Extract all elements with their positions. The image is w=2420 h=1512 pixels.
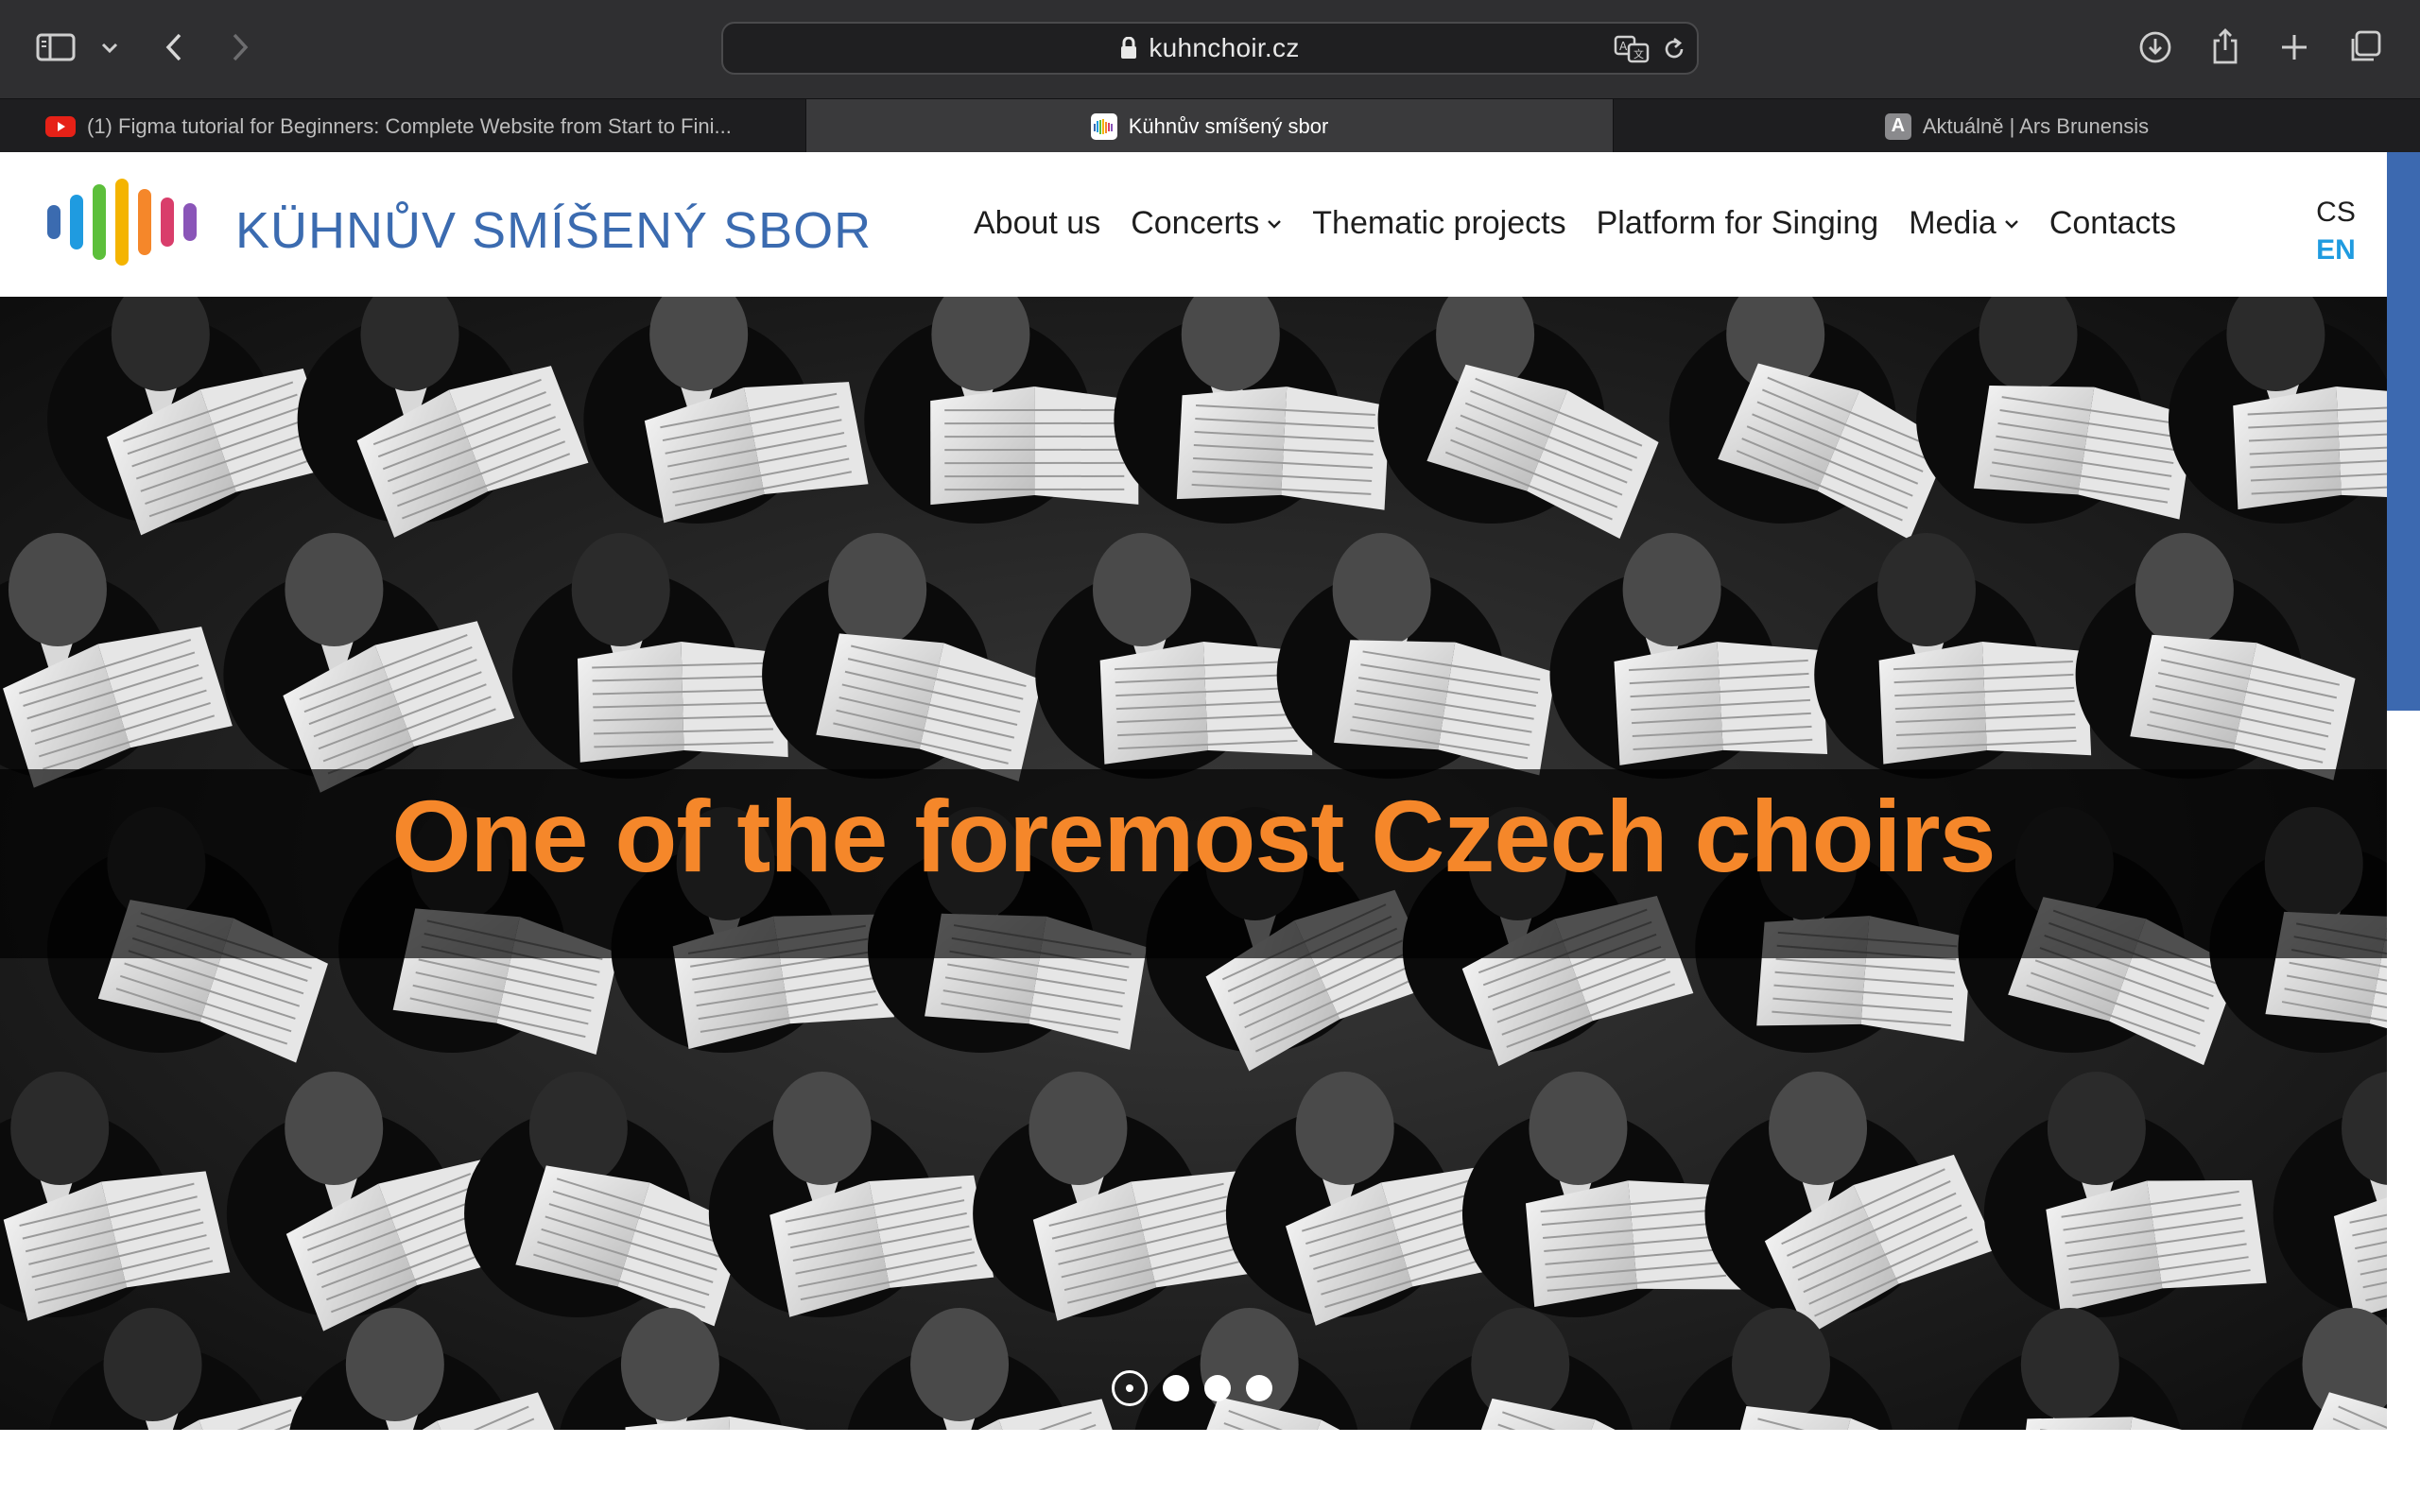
logo-bar [93, 184, 106, 260]
main-nav: About us Concerts Thematic projects Plat… [974, 205, 2206, 242]
nav-label: About us [974, 205, 1101, 241]
lock-icon [1120, 37, 1137, 60]
tab-kuhn-choir[interactable]: Kühnův smíšený sbor [806, 99, 1614, 153]
sidebar-toggle-icon[interactable] [36, 31, 76, 63]
lang-cs[interactable]: CS [2309, 194, 2362, 232]
logo-bar [138, 189, 151, 255]
tab-ars-brunensis[interactable]: A Aktuálně | Ars Brunensis [1614, 99, 2420, 153]
hero-slider: One of the foremost Czech choirs [0, 297, 2387, 1430]
tab-overview-icon[interactable] [2346, 28, 2384, 66]
nav-label: Thematic projects [1312, 205, 1566, 241]
svg-text:文: 文 [1634, 47, 1644, 60]
nav-thematic-projects[interactable]: Thematic projects [1312, 205, 1565, 242]
nav-media[interactable]: Media [1909, 205, 2019, 242]
tab-title: (1) Figma tutorial for Beginners: Comple… [87, 113, 732, 138]
hero-caption: One of the foremost Czech choirs [391, 779, 1996, 893]
language-switcher: CS EN [2309, 194, 2362, 269]
chevron-down-icon[interactable] [98, 38, 121, 59]
chevron-down-icon [1267, 219, 1282, 229]
logo-bar [70, 195, 83, 249]
tab-title: Kühnův smíšený sbor [1128, 113, 1329, 138]
nav-concerts[interactable]: Concerts [1131, 205, 1282, 242]
logo-bar [47, 205, 60, 239]
new-tab-icon[interactable] [2277, 30, 2311, 64]
logo-bar [161, 198, 174, 247]
slider-dot-1[interactable] [1112, 1370, 1148, 1406]
tab-figma-tutorial[interactable]: (1) Figma tutorial for Beginners: Comple… [0, 99, 806, 153]
slider-dots [1112, 1370, 1288, 1406]
lang-en[interactable]: EN [2309, 232, 2362, 269]
page-scrollbar[interactable] [2387, 152, 2420, 1512]
address-url: kuhnchoir.cz [1149, 33, 1300, 62]
nav-platform-for-singing[interactable]: Platform for Singing [1597, 205, 1879, 242]
nav-contacts[interactable]: Contacts [2049, 205, 2176, 242]
forward-icon[interactable] [225, 30, 255, 64]
nav-label: Concerts [1131, 205, 1260, 241]
youtube-icon [45, 115, 76, 137]
share-icon[interactable] [2208, 26, 2242, 66]
site-header: KÜHNŮV SMÍŠENÝ SBOR About us Concerts Th… [0, 152, 2387, 297]
letter-a-icon: A [1884, 112, 1911, 140]
chevron-down-icon [2004, 219, 2019, 229]
address-bar[interactable]: kuhnchoir.cz A文 [721, 22, 1699, 75]
back-icon[interactable] [159, 30, 189, 64]
tab-strip: (1) Figma tutorial for Beginners: Comple… [0, 98, 2420, 153]
browser-toolbar: kuhnchoir.cz A文 [0, 0, 2420, 98]
download-icon[interactable] [2137, 29, 2173, 65]
reload-icon[interactable] [1661, 33, 1687, 65]
choir-logo-icon [1090, 112, 1117, 140]
nav-label: Media [1909, 205, 1996, 241]
slider-dot-4[interactable] [1246, 1375, 1272, 1401]
tab-title: Aktuálně | Ars Brunensis [1922, 113, 2150, 138]
slider-dot-2[interactable] [1163, 1375, 1189, 1401]
nav-about-us[interactable]: About us [974, 205, 1100, 242]
slider-dot-3[interactable] [1204, 1375, 1231, 1401]
translate-icon[interactable]: A文 [1614, 33, 1651, 65]
logo-bar [183, 203, 197, 241]
scrollbar-thumb[interactable] [2387, 152, 2420, 711]
nav-label: Platform for Singing [1596, 205, 1879, 241]
logo-text[interactable]: KÜHNŮV SMÍŠENÝ SBOR [235, 201, 872, 260]
logo-mark[interactable] [43, 179, 210, 266]
svg-text:A: A [1619, 40, 1628, 53]
logo-bar [115, 179, 129, 266]
nav-label: Contacts [2048, 205, 2176, 241]
